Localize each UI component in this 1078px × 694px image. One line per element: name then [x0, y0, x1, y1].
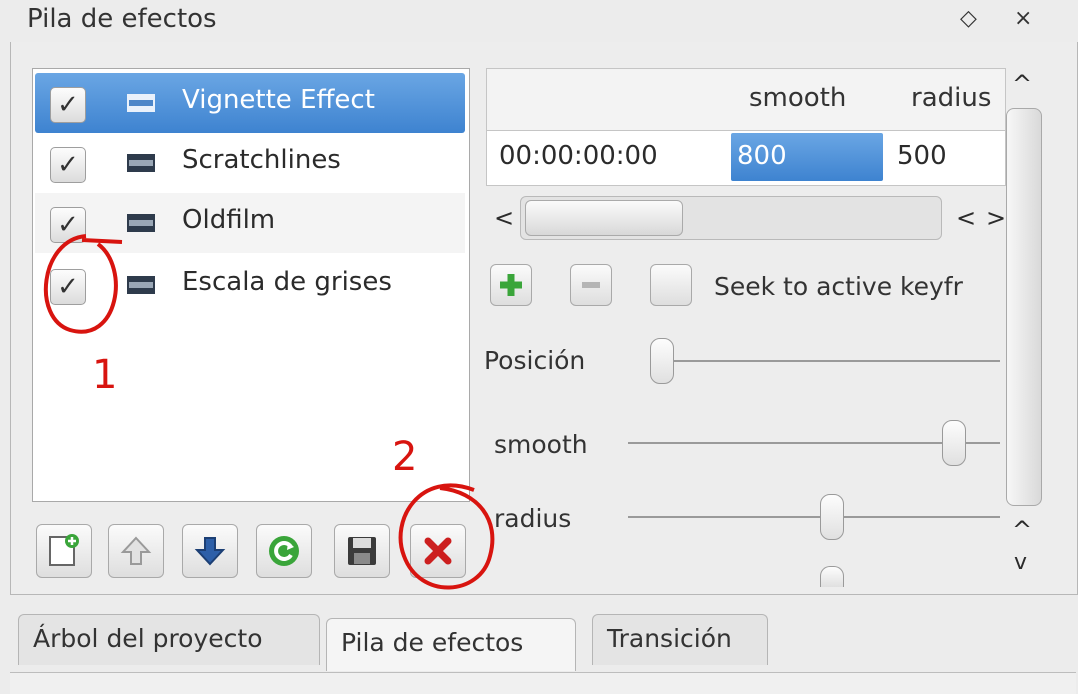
annotation-circle-1 [43, 234, 118, 334]
annotation-number-1: 1 [92, 352, 118, 398]
annotation-number-2: 2 [392, 434, 418, 480]
annotation-dash [81, 238, 123, 244]
annotation-marks [43, 234, 495, 590]
annotation-circle-2 [398, 483, 495, 590]
